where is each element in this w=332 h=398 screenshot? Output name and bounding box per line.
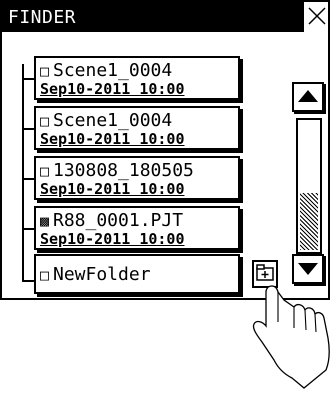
finder-window: FINDER □ Scene1_0004 Sep10-2011 10:00 □ Sc… — [0, 0, 330, 300]
project-file-icon: ▩ — [40, 212, 50, 230]
item-name-text: 130808_180505 — [53, 160, 194, 181]
folder-item[interactable]: □ NewFolder — [34, 254, 240, 294]
arrow-up-icon — [298, 90, 318, 102]
title-bar: FINDER — [2, 2, 328, 32]
item-name: □ Scene1_0004 — [40, 110, 172, 131]
tree-line — [22, 64, 24, 282]
tree-branch — [22, 280, 34, 282]
item-name: □ 130808_180505 — [40, 160, 194, 181]
item-date: Sep10-2011 10:00 — [40, 130, 185, 148]
list-item[interactable]: □ 130808_180505 Sep10-2011 10:00 — [34, 156, 240, 200]
item-name-text: Scene1_0004 — [53, 60, 173, 81]
item-date: Sep10-2011 10:00 — [40, 230, 185, 248]
list-item[interactable]: □ Scene1_0004 Sep10-2011 10:00 — [34, 56, 240, 100]
file-icon: □ — [40, 162, 50, 180]
tree-branch — [22, 228, 34, 230]
item-date: Sep10-2011 10:00 — [40, 80, 185, 98]
close-button[interactable] — [302, 2, 328, 32]
window-title: FINDER — [8, 7, 77, 28]
item-name: □ Scene1_0004 — [40, 60, 172, 81]
list-item[interactable]: ▩ R88_0001.PJT Sep10-2011 10:00 — [34, 206, 240, 250]
scrollbar-thumb[interactable] — [300, 192, 318, 250]
folder-icon: □ — [40, 266, 50, 284]
file-icon: □ — [40, 62, 50, 80]
file-icon: □ — [40, 112, 50, 130]
item-name: ▩ R88_0001.PJT — [40, 210, 183, 231]
folder-name-text: NewFolder — [53, 264, 151, 285]
folder-name: □ NewFolder — [40, 264, 151, 285]
item-name-text: Scene1_0004 — [53, 110, 173, 131]
tree-branch — [22, 78, 34, 80]
tree-branch — [22, 128, 34, 130]
pointing-hand-icon — [252, 285, 330, 389]
scroll-up-button[interactable] — [292, 82, 324, 112]
item-date: Sep10-2011 10:00 — [40, 180, 185, 198]
tree-branch — [22, 178, 34, 180]
scrollbar-track[interactable] — [296, 118, 322, 254]
close-icon — [308, 7, 326, 25]
list-item[interactable]: □ Scene1_0004 Sep10-2011 10:00 — [34, 106, 240, 150]
item-name-text: R88_0001.PJT — [53, 210, 184, 231]
